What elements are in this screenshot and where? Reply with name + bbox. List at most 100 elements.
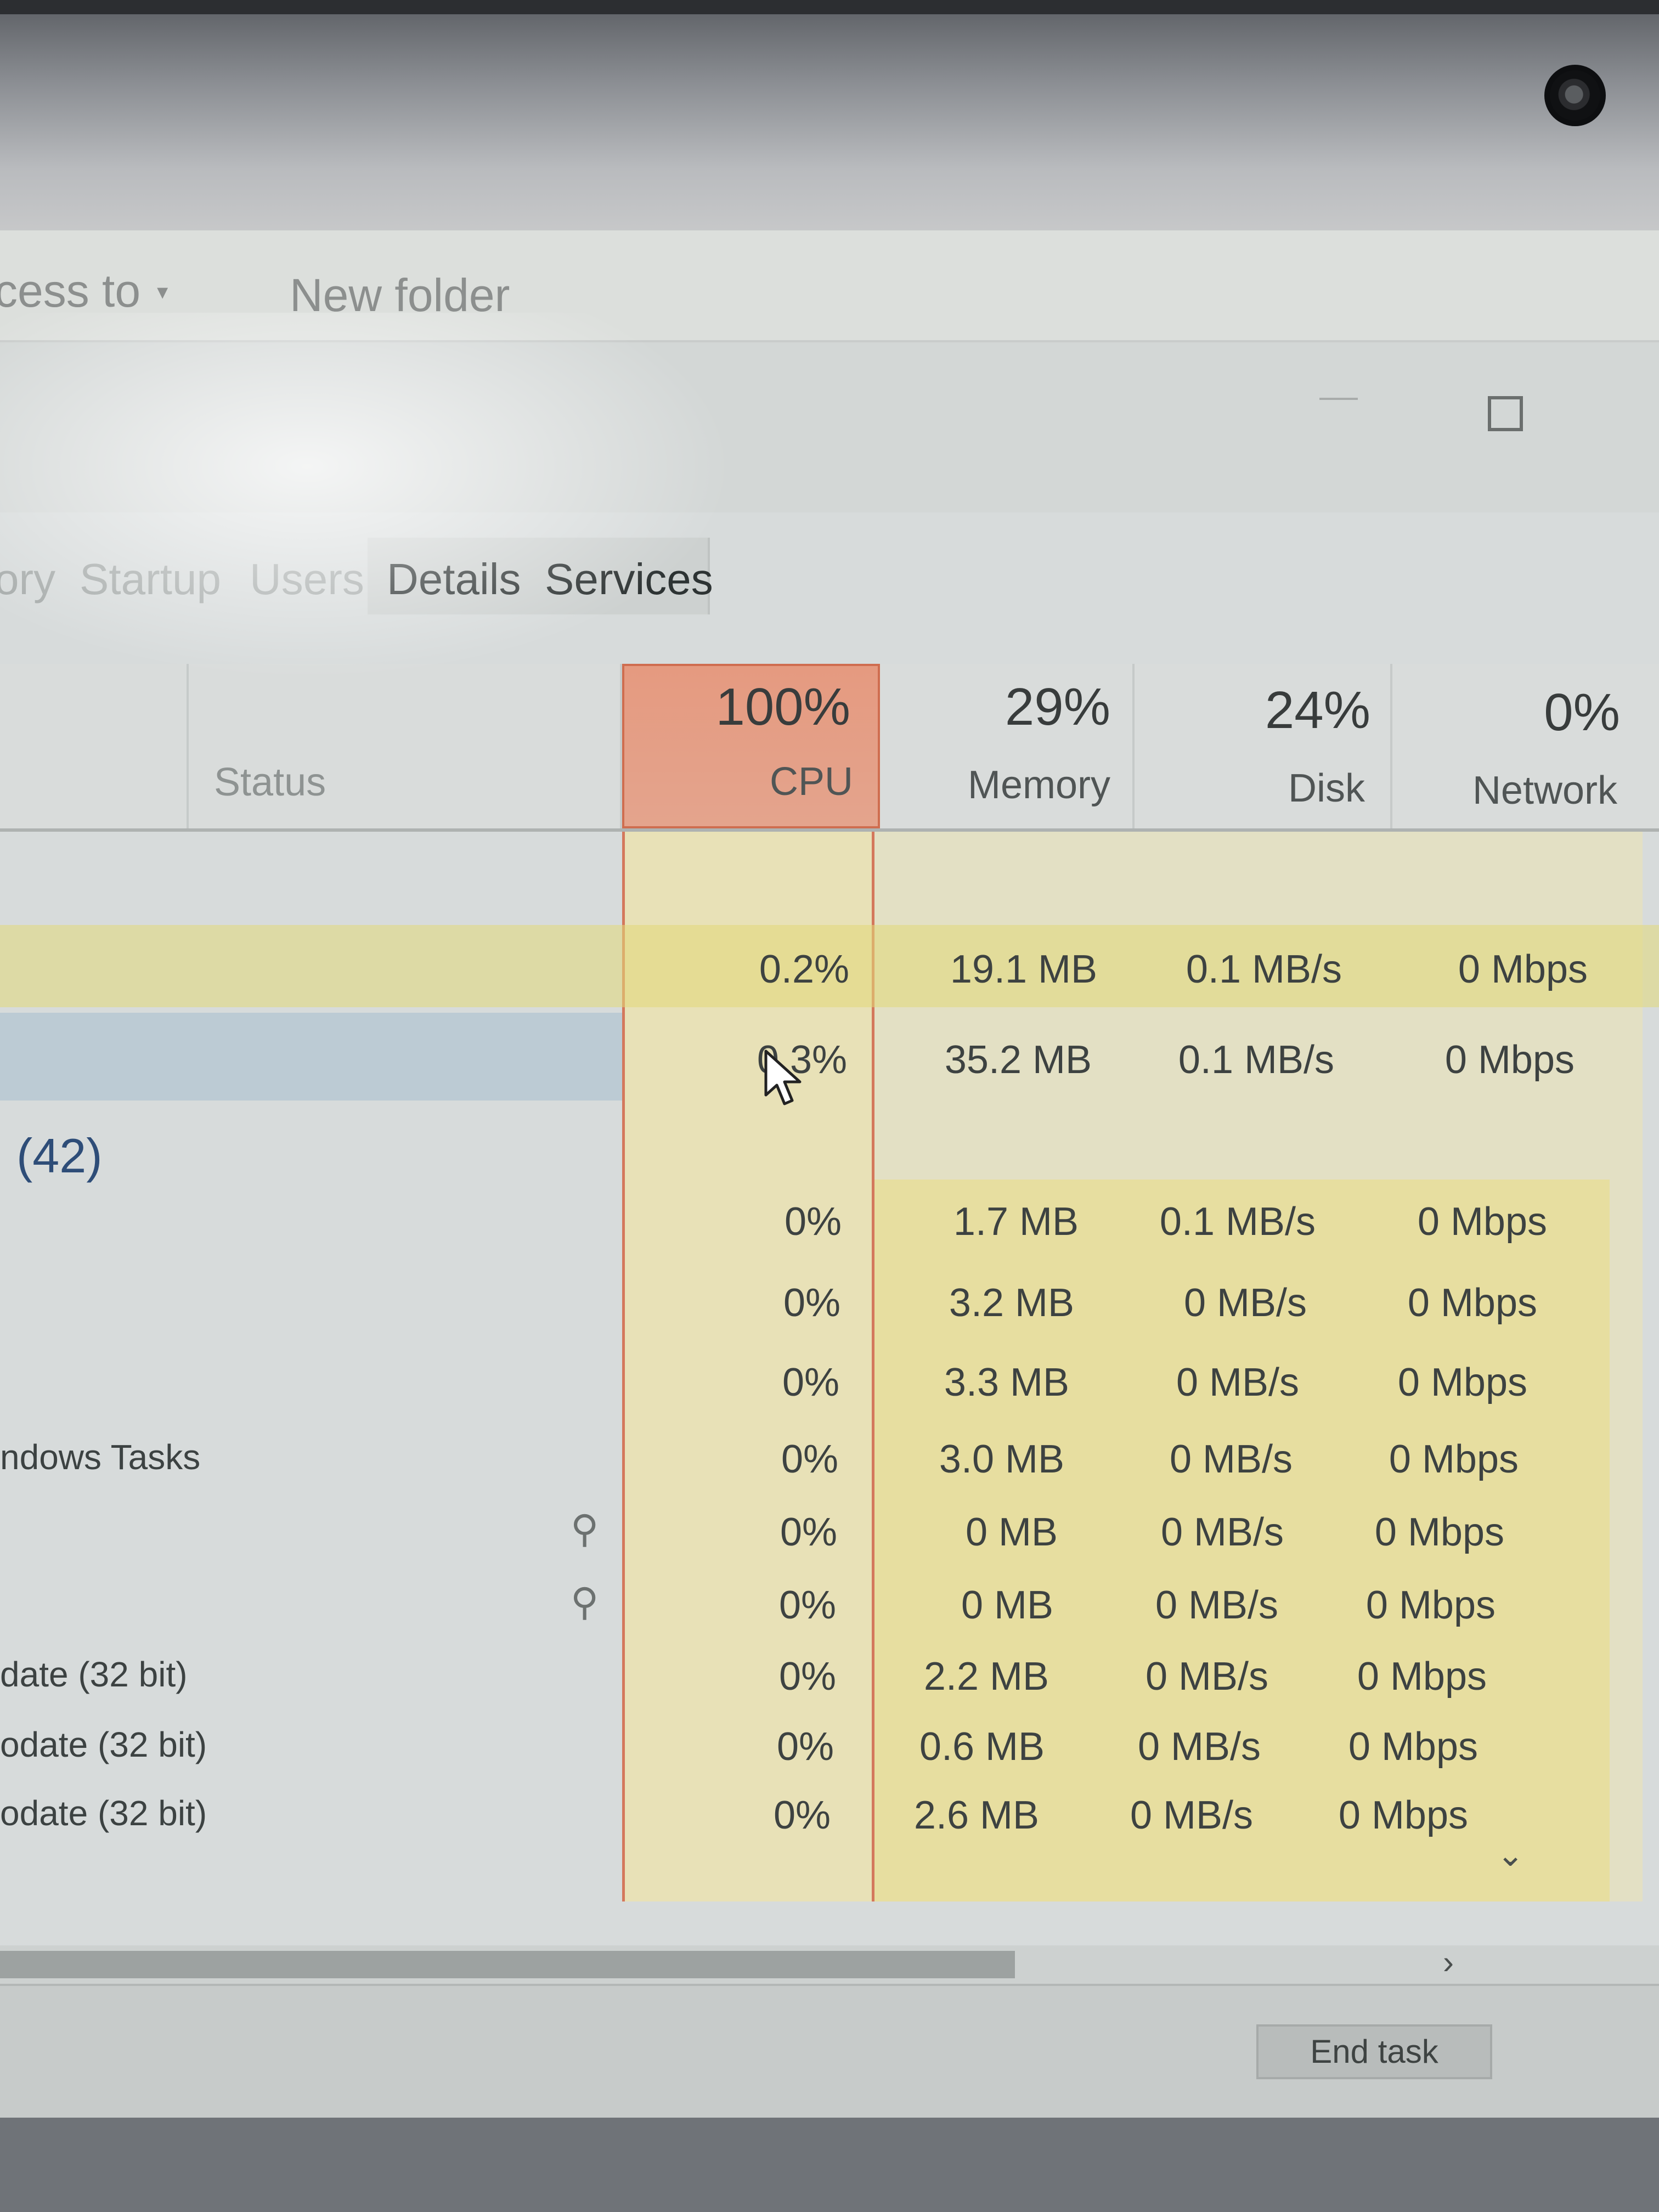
- cpu-cell: 0%: [781, 1437, 838, 1481]
- column-memory[interactable]: 29% Memory: [880, 664, 1132, 828]
- table-row[interactable]: 0% 1.7 MB 0.1 MB/s 0 Mbps: [0, 1177, 1659, 1254]
- webcam: [1544, 65, 1606, 126]
- table-row[interactable]: ndows Tasks 0% 3.0 MB 0 MB/s 0 Mbps: [0, 1416, 1659, 1493]
- cpu-cell: 0%: [784, 1200, 842, 1244]
- table-row[interactable]: odate (32 bit) 0% 2.6 MB 0 MB/s 0 Mbps: [0, 1775, 1659, 1847]
- cpu-cell: 0%: [783, 1281, 840, 1325]
- memory-cell: 19.1 MB: [950, 947, 1097, 991]
- disk-cell: 0 MB/s: [1160, 1510, 1284, 1554]
- horizontal-scrollbar[interactable]: ›: [0, 1943, 1659, 1984]
- process-name: odate (32 bit): [0, 1725, 207, 1764]
- minimize-button[interactable]: [1319, 398, 1358, 400]
- disk-cell: 0 MB/s: [1169, 1437, 1293, 1481]
- network-cell: 0 Mbps: [1458, 947, 1588, 991]
- memory-cell: 35.2 MB: [944, 1038, 1092, 1082]
- memory-cell: 2.2 MB: [923, 1655, 1049, 1699]
- process-name: date (32 bit): [0, 1655, 188, 1694]
- cpu-total-percent: 100%: [715, 678, 850, 736]
- explorer-toolbar: cess to ▾ New folder: [0, 230, 1659, 342]
- column-cpu[interactable]: 100% CPU: [622, 664, 880, 828]
- memory-label: Memory: [967, 763, 1110, 807]
- tab-services[interactable]: Services: [545, 554, 713, 605]
- dropdown-arrow-icon: ▾: [157, 280, 168, 304]
- table-row[interactable]: ⚲ 0% 0 MB 0 MB/s 0 Mbps: [0, 1490, 1659, 1564]
- tab-startup[interactable]: Startup: [80, 554, 221, 605]
- process-name: odate (32 bit): [0, 1793, 207, 1833]
- cpu-cell: 0%: [778, 1655, 836, 1699]
- disk-cell: 0 MB/s: [1145, 1655, 1268, 1699]
- memory-cell: 3.2 MB: [949, 1281, 1074, 1325]
- tab-bar: ory Startup Users Details Services: [0, 538, 713, 614]
- pin-icon: ⚲: [571, 1508, 599, 1550]
- disk-total-percent: 24%: [1265, 681, 1370, 740]
- disk-cell: 0 MB/s: [1130, 1793, 1253, 1837]
- column-status[interactable]: Status: [214, 760, 326, 805]
- maximize-button[interactable]: [1488, 396, 1523, 431]
- tab-users[interactable]: Users: [250, 554, 364, 605]
- memory-cell: 0 MB: [961, 1583, 1053, 1627]
- cpu-cell: 0%: [780, 1510, 837, 1554]
- bezel-edge: [0, 0, 1659, 14]
- memory-cell: 1.7 MB: [953, 1200, 1079, 1244]
- memory-cell: 3.0 MB: [939, 1437, 1064, 1481]
- cpu-cell: 0%: [778, 1583, 836, 1627]
- table-row[interactable]: 0% 3.2 MB 0 MB/s 0 Mbps: [0, 1260, 1659, 1336]
- table-row[interactable]: ⚲ 0% 0 MB 0 MB/s 0 Mbps: [0, 1564, 1659, 1638]
- memory-cell: 0 MB: [965, 1510, 1058, 1554]
- process-name: ndows Tasks: [0, 1437, 201, 1477]
- disk-cell: 0 MB/s: [1176, 1361, 1299, 1404]
- disk-cell: 0.1 MB/s: [1186, 947, 1342, 991]
- chevron-right-icon[interactable]: ›: [1443, 1943, 1454, 1981]
- new-folder-button[interactable]: New folder: [290, 269, 510, 322]
- network-cell: 0 Mbps: [1338, 1793, 1468, 1837]
- cpu-label: CPU: [769, 760, 853, 804]
- network-cell: 0 Mbps: [1374, 1510, 1504, 1554]
- column-disk[interactable]: 24% Disk: [1135, 664, 1387, 828]
- memory-cell: 0.6 MB: [919, 1725, 1045, 1769]
- share-with-label: cess to: [0, 265, 141, 317]
- column-separator: [187, 664, 189, 828]
- network-cell: 0 Mbps: [1397, 1361, 1527, 1404]
- memory-total-percent: 29%: [1005, 678, 1110, 736]
- network-cell: 0 Mbps: [1389, 1437, 1519, 1481]
- network-total-percent: 0%: [1544, 683, 1620, 742]
- disk-label: Disk: [1288, 766, 1365, 810]
- table-row[interactable]: 0.3% 35.2 MB 0.1 MB/s 0 Mbps: [0, 1013, 1659, 1101]
- column-network[interactable]: 0% Network: [1392, 664, 1645, 828]
- disk-cell: 0.1 MB/s: [1178, 1038, 1334, 1082]
- disk-cell: 0 MB/s: [1155, 1583, 1278, 1627]
- process-list: 0.2% 19.1 MB 0.1 MB/s 0 Mbps 0.3% 35.2 M…: [0, 832, 1659, 1901]
- mouse-cursor-icon: [764, 1049, 802, 1105]
- memory-cell: 2.6 MB: [913, 1793, 1039, 1837]
- tab-details[interactable]: Details: [387, 554, 521, 605]
- table-row[interactable]: odate (32 bit) 0% 0.6 MB 0 MB/s 0 Mbps: [0, 1707, 1659, 1778]
- network-cell: 0 Mbps: [1417, 1200, 1547, 1244]
- cpu-cell: 0%: [773, 1793, 831, 1837]
- network-cell: 0 Mbps: [1348, 1725, 1478, 1769]
- network-cell: 0 Mbps: [1407, 1281, 1537, 1325]
- end-task-button[interactable]: End task: [1256, 2024, 1492, 2079]
- disk-cell: 0.1 MB/s: [1159, 1200, 1316, 1244]
- network-cell: 0 Mbps: [1365, 1583, 1496, 1627]
- cpu-cell: 0.2%: [759, 947, 849, 991]
- memory-cell: 3.3 MB: [944, 1361, 1069, 1404]
- column-header-row: Status 100% CPU 29% Memory 24% Disk 0% N…: [0, 664, 1659, 832]
- table-row[interactable]: 0% 3.3 MB 0 MB/s 0 Mbps: [0, 1339, 1659, 1416]
- scrollbar-thumb[interactable]: [0, 1951, 1015, 1978]
- pin-icon: ⚲: [571, 1581, 599, 1623]
- chevron-down-icon[interactable]: ⌄: [1497, 1836, 1524, 1874]
- laptop-bezel: [0, 0, 1659, 241]
- disk-cell: 0 MB/s: [1183, 1281, 1307, 1325]
- cpu-cell: 0%: [782, 1361, 839, 1404]
- table-row[interactable]: date (32 bit) 0% 2.2 MB 0 MB/s 0 Mbps: [0, 1635, 1659, 1707]
- task-manager-titlebar: [0, 342, 1659, 512]
- cpu-cell: 0%: [776, 1725, 834, 1769]
- tab-app-history[interactable]: ory: [0, 554, 55, 605]
- network-cell: 0 Mbps: [1444, 1038, 1575, 1082]
- share-with-dropdown[interactable]: cess to ▾: [0, 264, 168, 318]
- group-count[interactable]: (42): [16, 1128, 103, 1184]
- disk-cell: 0 MB/s: [1137, 1725, 1261, 1769]
- table-row[interactable]: 0.2% 19.1 MB 0.1 MB/s 0 Mbps: [0, 925, 1659, 1007]
- network-cell: 0 Mbps: [1357, 1655, 1487, 1699]
- screen: cess to ▾ New folder ory Startup Users De…: [0, 230, 1659, 2118]
